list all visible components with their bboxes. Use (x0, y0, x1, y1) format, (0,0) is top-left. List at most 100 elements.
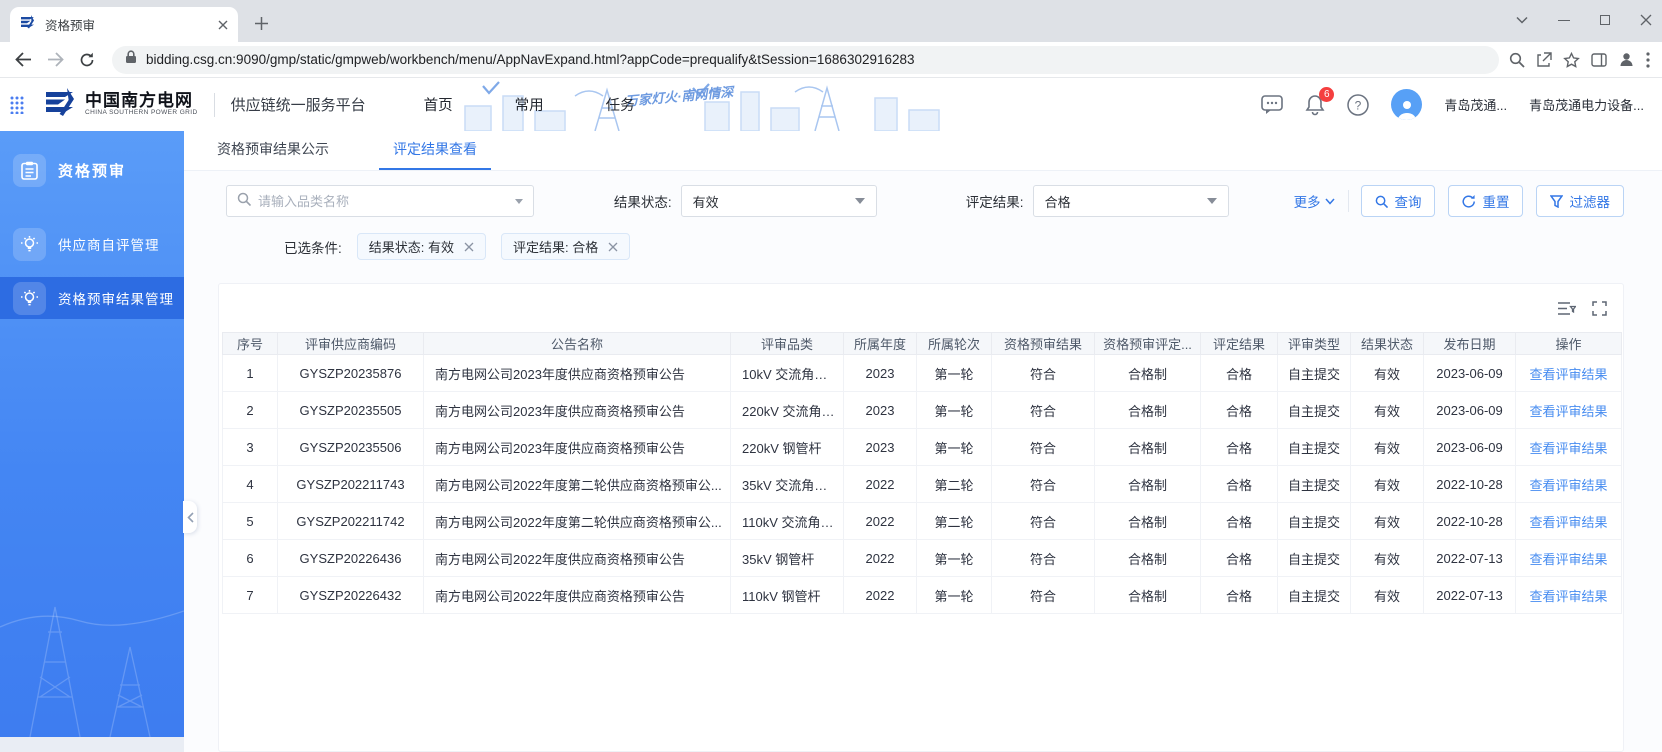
tab-evaluation-results-view[interactable]: 评定结果查看 (379, 139, 491, 170)
chevron-down-icon (515, 198, 524, 204)
result-status-group: 结果状态: 有效 (614, 185, 877, 217)
view-review-result-link[interactable]: 查看评审结果 (1529, 478, 1607, 493)
table-row: 3 GYSZP20235506 南方电网公司2023年度供应商资格预审公告 220kV… (222, 428, 1622, 466)
reload-icon[interactable] (72, 45, 102, 75)
column-header: 序号 (222, 332, 278, 355)
profile-icon[interactable] (1618, 51, 1635, 68)
table-cell: 自主提交 (1277, 465, 1351, 503)
results-table-card: 序号 评审供应商编码 公告名称 评审品类 所属年度 所属轮次 资格预审结果 资格预审评定...… (218, 283, 1624, 752)
result-status-value: 有效 (692, 194, 719, 210)
category-search-input[interactable] (258, 193, 509, 209)
tab-close-icon[interactable] (218, 20, 228, 30)
more-filters-link[interactable]: 更多 (1294, 191, 1335, 211)
table-cell: 6 (222, 539, 278, 577)
table-cell-action: 查看评审结果 (1515, 539, 1622, 577)
fullscreen-icon[interactable] (1592, 300, 1607, 316)
bulb-icon (13, 281, 46, 315)
sidebar-item-prequalification[interactable]: 资格预审 (0, 149, 184, 191)
table-cell: 2022-10-28 (1423, 465, 1516, 503)
user-avatar[interactable] (1391, 89, 1423, 120)
zoom-icon[interactable] (1509, 52, 1525, 68)
table-cell: 第一轮 (916, 428, 992, 466)
refresh-icon (1462, 194, 1476, 208)
nav-item-frequent[interactable]: 常用 (515, 94, 544, 115)
browser-kebab-menu-icon[interactable] (1646, 51, 1650, 68)
apps-grid-icon[interactable] (10, 96, 28, 114)
table-cell: 2023 (843, 391, 917, 429)
table-cell-action: 查看评审结果 (1515, 502, 1622, 540)
message-icon[interactable] (1261, 94, 1284, 115)
browser-tab[interactable]: 资格预审 (10, 7, 238, 42)
table-cell: GYSZP20235505 (277, 391, 424, 429)
table-toolbar (219, 284, 1623, 332)
sidebar-item-prequalification-results[interactable]: 资格预审结果管理 (0, 277, 184, 319)
table-cell: GYSZP20235506 (277, 428, 424, 466)
sidebar-item-label: 资格预审结果管理 (58, 292, 174, 307)
browser-menu-chevron-icon[interactable] (1516, 16, 1528, 24)
chip-close-icon[interactable] (608, 242, 618, 252)
filter-button[interactable]: 过滤器 (1536, 185, 1624, 217)
table-cell: GYSZP20226436 (277, 539, 424, 577)
notification-bell-icon[interactable]: 6 (1305, 86, 1335, 116)
csg-logo-icon (44, 87, 78, 122)
table-cell: 南方电网公司2022年度第二轮供应商资格预审公... (423, 465, 731, 503)
chip-eval-result: 评定结果: 合格 (501, 233, 631, 260)
view-review-result-link[interactable]: 查看评审结果 (1529, 367, 1607, 382)
window-minimize-button[interactable] (1558, 19, 1570, 21)
reset-button[interactable]: 重置 (1448, 185, 1524, 217)
sidebar-collapse-handle[interactable] (183, 501, 197, 533)
sidebar-item-supplier-self-eval[interactable]: 供应商自评管理 (0, 223, 184, 265)
window-close-button[interactable] (1640, 14, 1652, 26)
table-cell: 4 (222, 465, 278, 503)
category-search-combobox[interactable] (226, 185, 535, 217)
table-cell: 2023 (843, 354, 917, 392)
header-divider (213, 92, 215, 117)
bookmark-star-icon[interactable] (1563, 51, 1580, 68)
slogan-text: 万家灯火·南网情深 (624, 84, 734, 109)
view-review-result-link[interactable]: 查看评审结果 (1529, 404, 1607, 419)
chevron-left-icon (186, 511, 194, 523)
view-review-result-link[interactable]: 查看评审结果 (1529, 441, 1607, 456)
help-icon[interactable]: ? (1347, 93, 1370, 116)
sidebar-bottom-band (0, 737, 184, 752)
table-cell: 南方电网公司2022年度供应商资格预审公告 (423, 539, 731, 577)
browser-toolbar: bidding.csg.cn:9090/gmp/static/gmpweb/wo… (0, 42, 1662, 78)
view-review-result-link[interactable]: 查看评审结果 (1529, 515, 1607, 530)
nav-item-home[interactable]: 首页 (424, 94, 453, 115)
table-cell: 第一轮 (916, 391, 992, 429)
eval-result-value: 合格 (1044, 194, 1071, 210)
view-review-result-link[interactable]: 查看评审结果 (1529, 589, 1607, 604)
user-name[interactable]: 青岛茂通... (1444, 95, 1507, 114)
back-icon[interactable] (8, 45, 38, 75)
view-review-result-link[interactable]: 查看评审结果 (1529, 552, 1607, 567)
chip-close-icon[interactable] (464, 242, 474, 252)
table-cell: 自主提交 (1277, 428, 1351, 466)
new-tab-button[interactable] (246, 8, 276, 38)
csg-brand: 中国南方电网 CHINA SOUTHERN POWER GRID (44, 87, 198, 122)
table-cell: 第一轮 (916, 576, 992, 614)
sidebar-item-label: 资格预审 (58, 162, 127, 180)
window-controls (1516, 0, 1652, 40)
table-cell: 合格制 (1094, 502, 1201, 540)
forward-icon[interactable] (40, 45, 70, 75)
table-cell: 合格制 (1094, 576, 1201, 614)
table-cell: 合格制 (1094, 391, 1201, 429)
share-icon[interactable] (1536, 51, 1552, 68)
side-panel-icon[interactable] (1591, 52, 1607, 67)
tab-prequalification-results-publicity[interactable]: 资格预审结果公示 (215, 139, 331, 170)
table-cell: 符合 (991, 539, 1095, 577)
company-name[interactable]: 青岛茂通电力设备... (1529, 95, 1644, 114)
url-text[interactable]: bidding.csg.cn:9090/gmp/static/gmpweb/wo… (146, 52, 915, 67)
window-maximize-button[interactable] (1600, 15, 1610, 25)
column-settings-icon[interactable] (1558, 301, 1576, 316)
table-cell: 自主提交 (1277, 576, 1351, 614)
table-cell: 2023-06-09 (1423, 354, 1516, 392)
eval-result-select[interactable]: 合格 (1032, 185, 1229, 217)
table-cell: 2023-06-09 (1423, 391, 1516, 429)
table-cell: 有效 (1350, 465, 1424, 503)
nav-item-tasks[interactable]: 任务 (606, 94, 635, 115)
result-status-select[interactable]: 有效 (680, 185, 877, 217)
address-bar[interactable]: bidding.csg.cn:9090/gmp/static/gmpweb/wo… (112, 45, 1499, 74)
table-cell: 2022-10-28 (1423, 502, 1516, 540)
query-button[interactable]: 查询 (1361, 185, 1436, 217)
